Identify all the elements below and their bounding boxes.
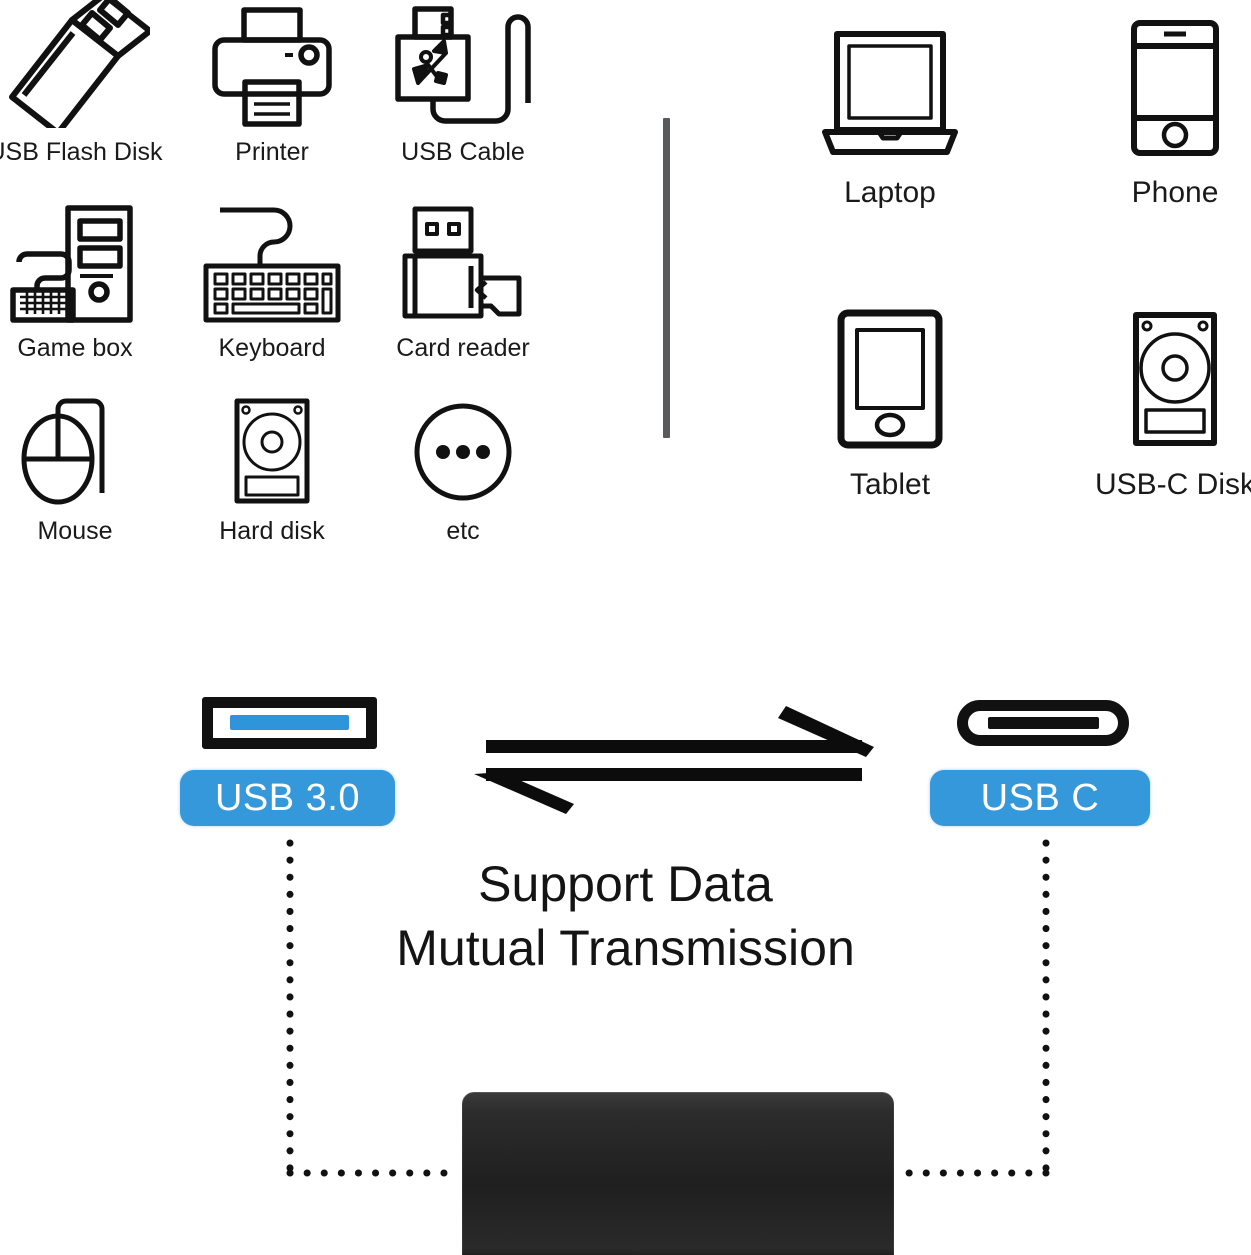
device-etc: etc xyxy=(368,395,558,544)
device-usb-cable: USB Cable xyxy=(368,0,558,165)
device-label: etc xyxy=(446,517,480,545)
device-game-box: Game box xyxy=(0,200,170,361)
device-label: Game box xyxy=(17,334,133,362)
usb3-badge[interactable]: USB 3.0 xyxy=(180,770,395,826)
device-mouse: Mouse xyxy=(0,395,170,544)
usbc-badge-label: USB C xyxy=(980,776,1100,819)
device-hard-disk: Hard disk xyxy=(177,395,367,544)
device-label: Hard disk xyxy=(219,517,325,545)
usb-a-blue-insert xyxy=(229,715,350,730)
usb-flash-drive-icon xyxy=(0,0,150,128)
tablet-icon xyxy=(827,305,953,450)
usb-c-port-icon xyxy=(957,700,1129,746)
device-label: USB-C Disk xyxy=(1094,468,1251,501)
printer-icon xyxy=(207,0,337,128)
usb-a-port-icon xyxy=(202,697,377,749)
left-dotted-connector xyxy=(270,835,470,1185)
infographic-page: USB Flash Disk Printer USB Cable Game bo… xyxy=(0,0,1251,1255)
usb-cable-icon xyxy=(388,0,538,128)
usb-hub-enclosure xyxy=(462,1092,894,1255)
bidirectional-arrows-icon xyxy=(470,700,880,820)
device-usb-c-disk: USB-C Disk xyxy=(1075,305,1251,500)
device-label: Tablet xyxy=(849,468,931,501)
desktop-tower-icon xyxy=(5,200,145,324)
device-label: Card reader xyxy=(396,334,530,362)
device-tablet: Tablet xyxy=(790,305,990,500)
usb3-badge-label: USB 3.0 xyxy=(214,776,361,819)
device-phone: Phone xyxy=(1075,18,1251,208)
device-keyboard: Keyboard xyxy=(177,200,367,361)
device-label: USB Cable xyxy=(401,138,525,166)
device-label: Laptop xyxy=(844,176,936,209)
usb-c-insert-bar xyxy=(987,717,1099,729)
vertical-divider xyxy=(663,118,670,438)
device-usb-flash-disk: USB Flash Disk xyxy=(0,0,170,165)
device-label: Mouse xyxy=(37,517,113,545)
device-label: Phone xyxy=(1131,176,1219,209)
smartphone-icon xyxy=(1120,18,1230,158)
laptop-icon xyxy=(815,18,965,158)
ellipsis-circle-icon xyxy=(411,395,515,505)
right-dotted-connector xyxy=(880,835,1080,1185)
usbc-badge[interactable]: USB C xyxy=(930,770,1150,826)
device-label: Printer xyxy=(235,138,309,166)
usb-c-disk-icon xyxy=(1120,305,1230,450)
hard-disk-icon xyxy=(222,395,322,505)
device-label: USB Flash Disk xyxy=(0,138,163,166)
device-label: Keyboard xyxy=(218,334,326,362)
mouse-icon xyxy=(10,395,140,505)
keyboard-icon xyxy=(202,200,342,324)
card-reader-icon xyxy=(391,200,536,324)
device-laptop: Laptop xyxy=(790,18,990,208)
device-printer: Printer xyxy=(177,0,367,165)
device-card-reader: Card reader xyxy=(368,200,558,361)
